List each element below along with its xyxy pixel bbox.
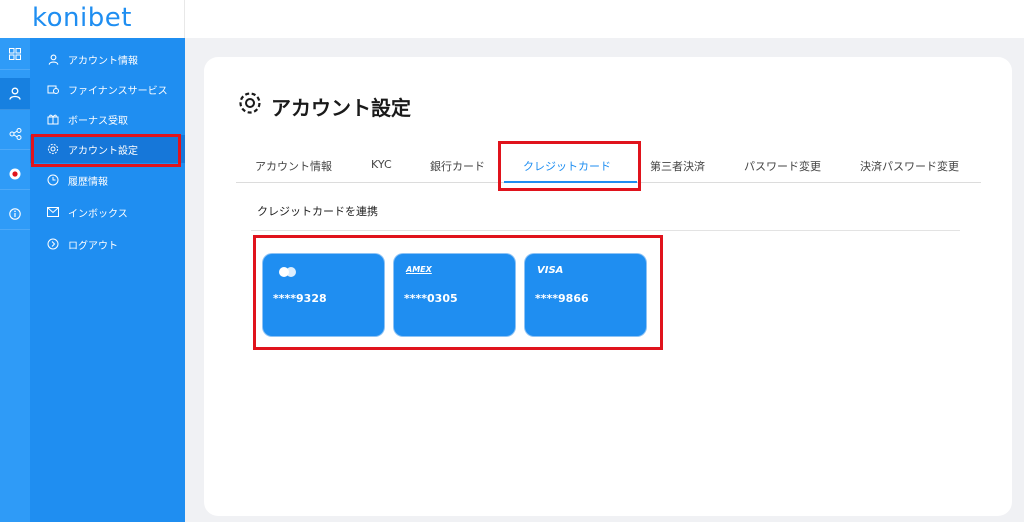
user-icon <box>46 52 60 66</box>
mastercard-icon <box>279 267 299 277</box>
sidebar-item-finance[interactable]: ファイナンスサービス <box>30 75 185 103</box>
main-panel: アカウント設定 アカウント情報 KYC 銀行カード クレジットカード 第三者決済… <box>204 57 1012 516</box>
sidebar-item-label: ボーナス受取 <box>68 115 128 127</box>
sidebar-item-label: ログアウト <box>68 240 118 252</box>
gear-icon <box>237 90 263 122</box>
divider <box>251 230 960 231</box>
credit-card-visa[interactable]: VISA ****9866 <box>525 254 646 336</box>
page-title: アカウント設定 <box>237 90 411 122</box>
sidebar-item-logout[interactable]: ログアウト <box>30 230 185 258</box>
card-number: ****9866 <box>535 292 589 305</box>
card-number: ****9328 <box>273 292 327 305</box>
info-icon[interactable] <box>0 198 30 230</box>
credit-card-mastercard[interactable]: ****9328 <box>263 254 384 336</box>
bonus-icon <box>46 112 60 126</box>
tab-account-info[interactable]: アカウント情報 <box>255 158 332 174</box>
sidebar-item-inbox[interactable]: インボックス <box>30 198 185 226</box>
sidebar-item-bonus[interactable]: ボーナス受取 <box>30 105 185 133</box>
mail-icon <box>46 205 60 219</box>
konibet-logo[interactable]: konibet <box>32 3 132 33</box>
sidebar-item-label: 履歴情報 <box>68 176 108 188</box>
sidebar: アカウント情報 ファイナンスサービス ボーナス受取 アカウント設定 履歴情報 イ… <box>30 38 185 522</box>
grid-icon[interactable] <box>0 38 30 70</box>
tab-change-password[interactable]: パスワード変更 <box>744 158 821 174</box>
visa-icon: VISA <box>537 265 564 276</box>
highlight-box-tab <box>498 141 641 191</box>
highlight-box-sidebar <box>31 134 181 167</box>
logo-area: konibet <box>0 0 185 38</box>
amex-icon: AMEX <box>406 265 432 274</box>
tab-change-payment-password[interactable]: 決済パスワード変更 <box>860 158 959 174</box>
card-number: ****0305 <box>404 292 458 305</box>
share-icon[interactable] <box>0 118 30 150</box>
credit-card-amex[interactable]: AMEX ****0305 <box>394 254 515 336</box>
sidebar-item-label: ファイナンスサービス <box>68 85 168 97</box>
tab-bank-card[interactable]: 銀行カード <box>430 158 485 174</box>
sidebar-item-label: インボックス <box>68 208 128 220</box>
sidebar-item-history[interactable]: 履歴情報 <box>30 166 185 194</box>
history-icon <box>46 173 60 187</box>
logout-icon <box>46 237 60 251</box>
sidebar-item-account-info[interactable]: アカウント情報 <box>30 45 185 73</box>
tab-third-party-payment[interactable]: 第三者決済 <box>650 158 705 174</box>
sidebar-item-label: アカウント情報 <box>68 55 138 67</box>
user-icon[interactable] <box>0 78 30 110</box>
finance-icon <box>46 82 60 96</box>
section-heading: クレジットカードを連携 <box>257 205 378 218</box>
icon-rail <box>0 38 30 522</box>
flag-icon[interactable] <box>0 158 30 190</box>
tab-kyc[interactable]: KYC <box>371 158 392 171</box>
page-title-text: アカウント設定 <box>271 95 411 120</box>
